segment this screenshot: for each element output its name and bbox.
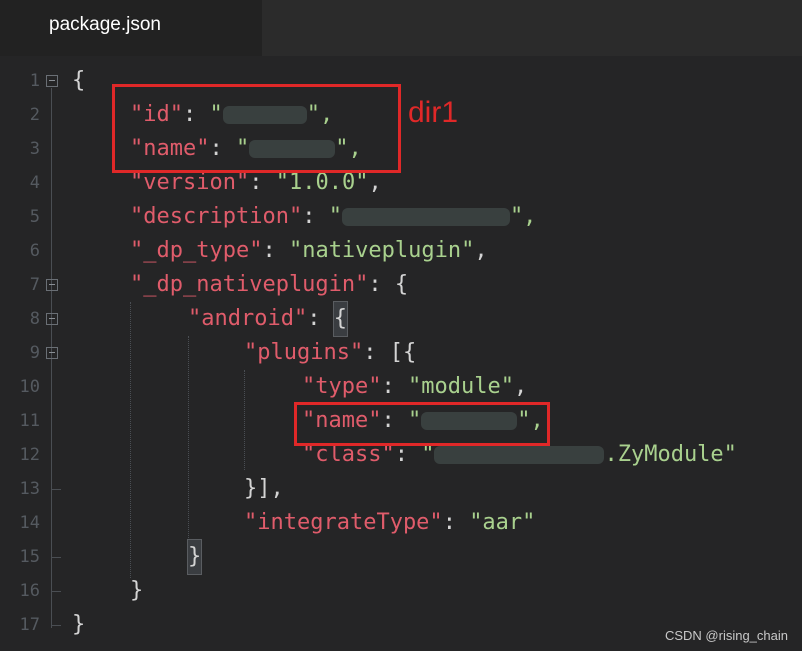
redacted-value xyxy=(341,208,510,226)
matched-bracket: { xyxy=(332,301,348,337)
fold-end-marker xyxy=(51,591,61,592)
code-line-9: "plugins": [{ xyxy=(244,340,417,365)
line-number: 12 xyxy=(19,445,40,465)
line-number: 6 xyxy=(29,241,40,261)
line-number: 17 xyxy=(19,615,40,635)
line-number: 9 xyxy=(29,343,40,363)
line-number: 11 xyxy=(19,411,40,431)
code-line-5: "description": " ", xyxy=(130,204,537,229)
annotation-label: dir1 xyxy=(408,96,459,129)
line-number: 16 xyxy=(19,581,40,601)
line-number: 1 xyxy=(29,71,40,91)
line-number: 15 xyxy=(19,547,40,567)
tab-label: package.json xyxy=(49,14,161,35)
line-number: 7 xyxy=(29,275,40,295)
indent-guide xyxy=(188,336,189,544)
annotation-box-plugin-name xyxy=(294,402,550,446)
tab-bar: package.json xyxy=(0,0,802,56)
redacted-value xyxy=(434,446,605,464)
code-line-7: "_dp_nativeplugin": { xyxy=(130,272,409,297)
fold-end-marker xyxy=(51,625,61,626)
tab-package-json[interactable]: package.json xyxy=(0,0,262,56)
watermark: CSDN @rising_chain xyxy=(664,628,788,643)
code-line-16: } xyxy=(130,578,144,603)
fold-end-marker xyxy=(51,489,61,490)
code-line-8: "android": { xyxy=(188,301,348,337)
fold-toggle-icon[interactable] xyxy=(46,75,58,87)
code-line-17: } xyxy=(72,612,86,637)
fold-toggle-icon[interactable] xyxy=(46,347,58,359)
line-number: 14 xyxy=(19,513,40,533)
indent-guide xyxy=(130,302,131,578)
annotation-box-id-name xyxy=(112,84,401,173)
code-line-6: "_dp_type": "nativeplugin", xyxy=(130,238,488,263)
fold-toggle-icon[interactable] xyxy=(46,279,58,291)
code-line-13: }], xyxy=(244,476,284,501)
line-number: 4 xyxy=(29,173,40,193)
matched-bracket: } xyxy=(186,539,203,575)
indent-guide xyxy=(244,370,245,470)
line-number: 10 xyxy=(19,377,40,397)
code-line-14: "integrateType": "aar" xyxy=(244,510,536,535)
code-line-15: } xyxy=(186,539,203,575)
fold-toggle-icon[interactable] xyxy=(46,313,58,325)
line-number: 13 xyxy=(19,479,40,499)
code-line-10: "type": "module", xyxy=(302,374,528,399)
line-number: 5 xyxy=(29,207,40,227)
line-number: 8 xyxy=(29,309,40,329)
code-line-1: { xyxy=(72,68,86,93)
line-number: 3 xyxy=(29,139,40,159)
line-number: 2 xyxy=(29,105,40,125)
fold-end-marker xyxy=(51,557,61,558)
